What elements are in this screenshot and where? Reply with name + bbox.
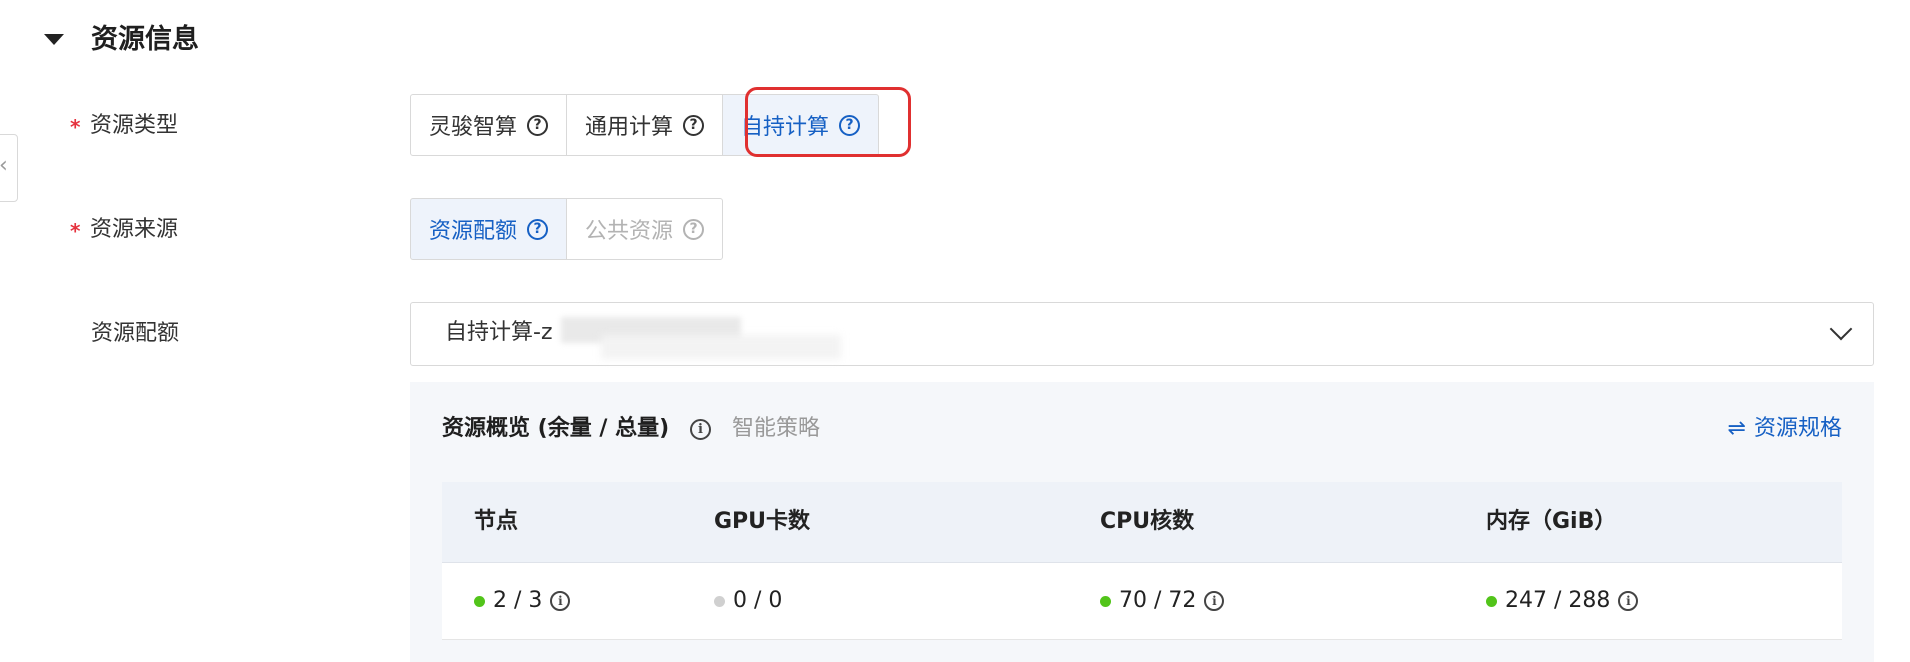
info-circle-icon[interactable]: i xyxy=(690,419,711,440)
column-header-cpu: CPU核数 xyxy=(1100,509,1195,534)
resource-source-option-public: 公共资源 ? xyxy=(566,198,724,260)
info-circle-icon[interactable]: i xyxy=(550,591,571,611)
status-dot xyxy=(474,595,485,607)
required-mark: * xyxy=(70,115,81,139)
info-circle-icon[interactable]: i xyxy=(1618,591,1639,611)
resource-type-option-general[interactable]: 通用计算 ? xyxy=(566,94,724,156)
overview-title: 资源概览 (余量 / 总量) xyxy=(442,416,670,441)
section-title: 资源信息 xyxy=(91,24,199,55)
resource-type-option-lingjun[interactable]: 灵骏智算 ? xyxy=(410,94,568,156)
resource-type-label: 资源类型 xyxy=(90,113,179,138)
help-circle-icon[interactable]: ? xyxy=(839,114,861,136)
table-row: 2 / 3 i 0 / 0 70 / 72 i 247 / 288 i xyxy=(442,563,1842,640)
required-mark: * xyxy=(70,219,81,243)
help-circle-icon[interactable]: ? xyxy=(683,114,705,136)
status-dot xyxy=(1100,595,1111,607)
help-circle-icon[interactable]: ? xyxy=(527,218,549,240)
collapse-tab[interactable]: ‹ xyxy=(0,134,18,202)
column-header-memory: 内存（GiB） xyxy=(1486,509,1617,534)
swap-icon: ⇌ xyxy=(1727,416,1746,441)
cell-gpu: 0 / 0 xyxy=(714,585,782,617)
resource-source-label: 资源来源 xyxy=(90,217,179,242)
table-header: 节点 GPU卡数 CPU核数 内存（GiB） xyxy=(442,482,1842,563)
resource-quota-value: 自持计算-z xyxy=(445,320,553,345)
resource-type-segmented: 灵骏智算 ? 通用计算 ? 自持计算 ? xyxy=(410,94,880,156)
resource-type-option-self-hosted[interactable]: 自持计算 ? xyxy=(722,94,880,156)
help-circle-icon[interactable]: ? xyxy=(527,114,549,136)
resource-source-option-quota[interactable]: 资源配额 ? xyxy=(410,198,568,260)
resource-source-segmented: 资源配额 ? 公共资源 ? xyxy=(410,198,724,260)
overview-subtitle: 智能策略 xyxy=(732,416,821,441)
resource-quota-label: 资源配额 xyxy=(91,321,180,346)
resource-overview-panel: 资源概览 (余量 / 总量) i 智能策略 ⇌ 资源规格 节点 GPU卡数 CP… xyxy=(410,382,1874,662)
chevron-left-icon: ‹ xyxy=(0,155,8,177)
redacted-area xyxy=(601,335,841,359)
resource-quota-select[interactable]: 自持计算-z xyxy=(410,302,1874,366)
caret-down-icon[interactable] xyxy=(44,34,64,45)
status-dot xyxy=(1486,595,1497,607)
resource-spec-link[interactable]: ⇌ 资源规格 xyxy=(1728,412,1842,446)
cell-nodes: 2 / 3 i xyxy=(474,585,571,617)
cell-cpu: 70 / 72 i xyxy=(1100,585,1225,617)
column-header-gpu: GPU卡数 xyxy=(714,509,811,534)
column-header-nodes: 节点 xyxy=(474,509,519,534)
chevron-down-icon[interactable] xyxy=(1829,317,1853,341)
help-circle-icon[interactable]: ? xyxy=(683,218,705,240)
info-circle-icon[interactable]: i xyxy=(1204,591,1225,611)
status-dot xyxy=(714,595,725,607)
resource-overview-table: 节点 GPU卡数 CPU核数 内存（GiB） 2 / 3 i 0 / 0 70 … xyxy=(442,482,1842,640)
cell-memory: 247 / 288 i xyxy=(1486,585,1639,617)
